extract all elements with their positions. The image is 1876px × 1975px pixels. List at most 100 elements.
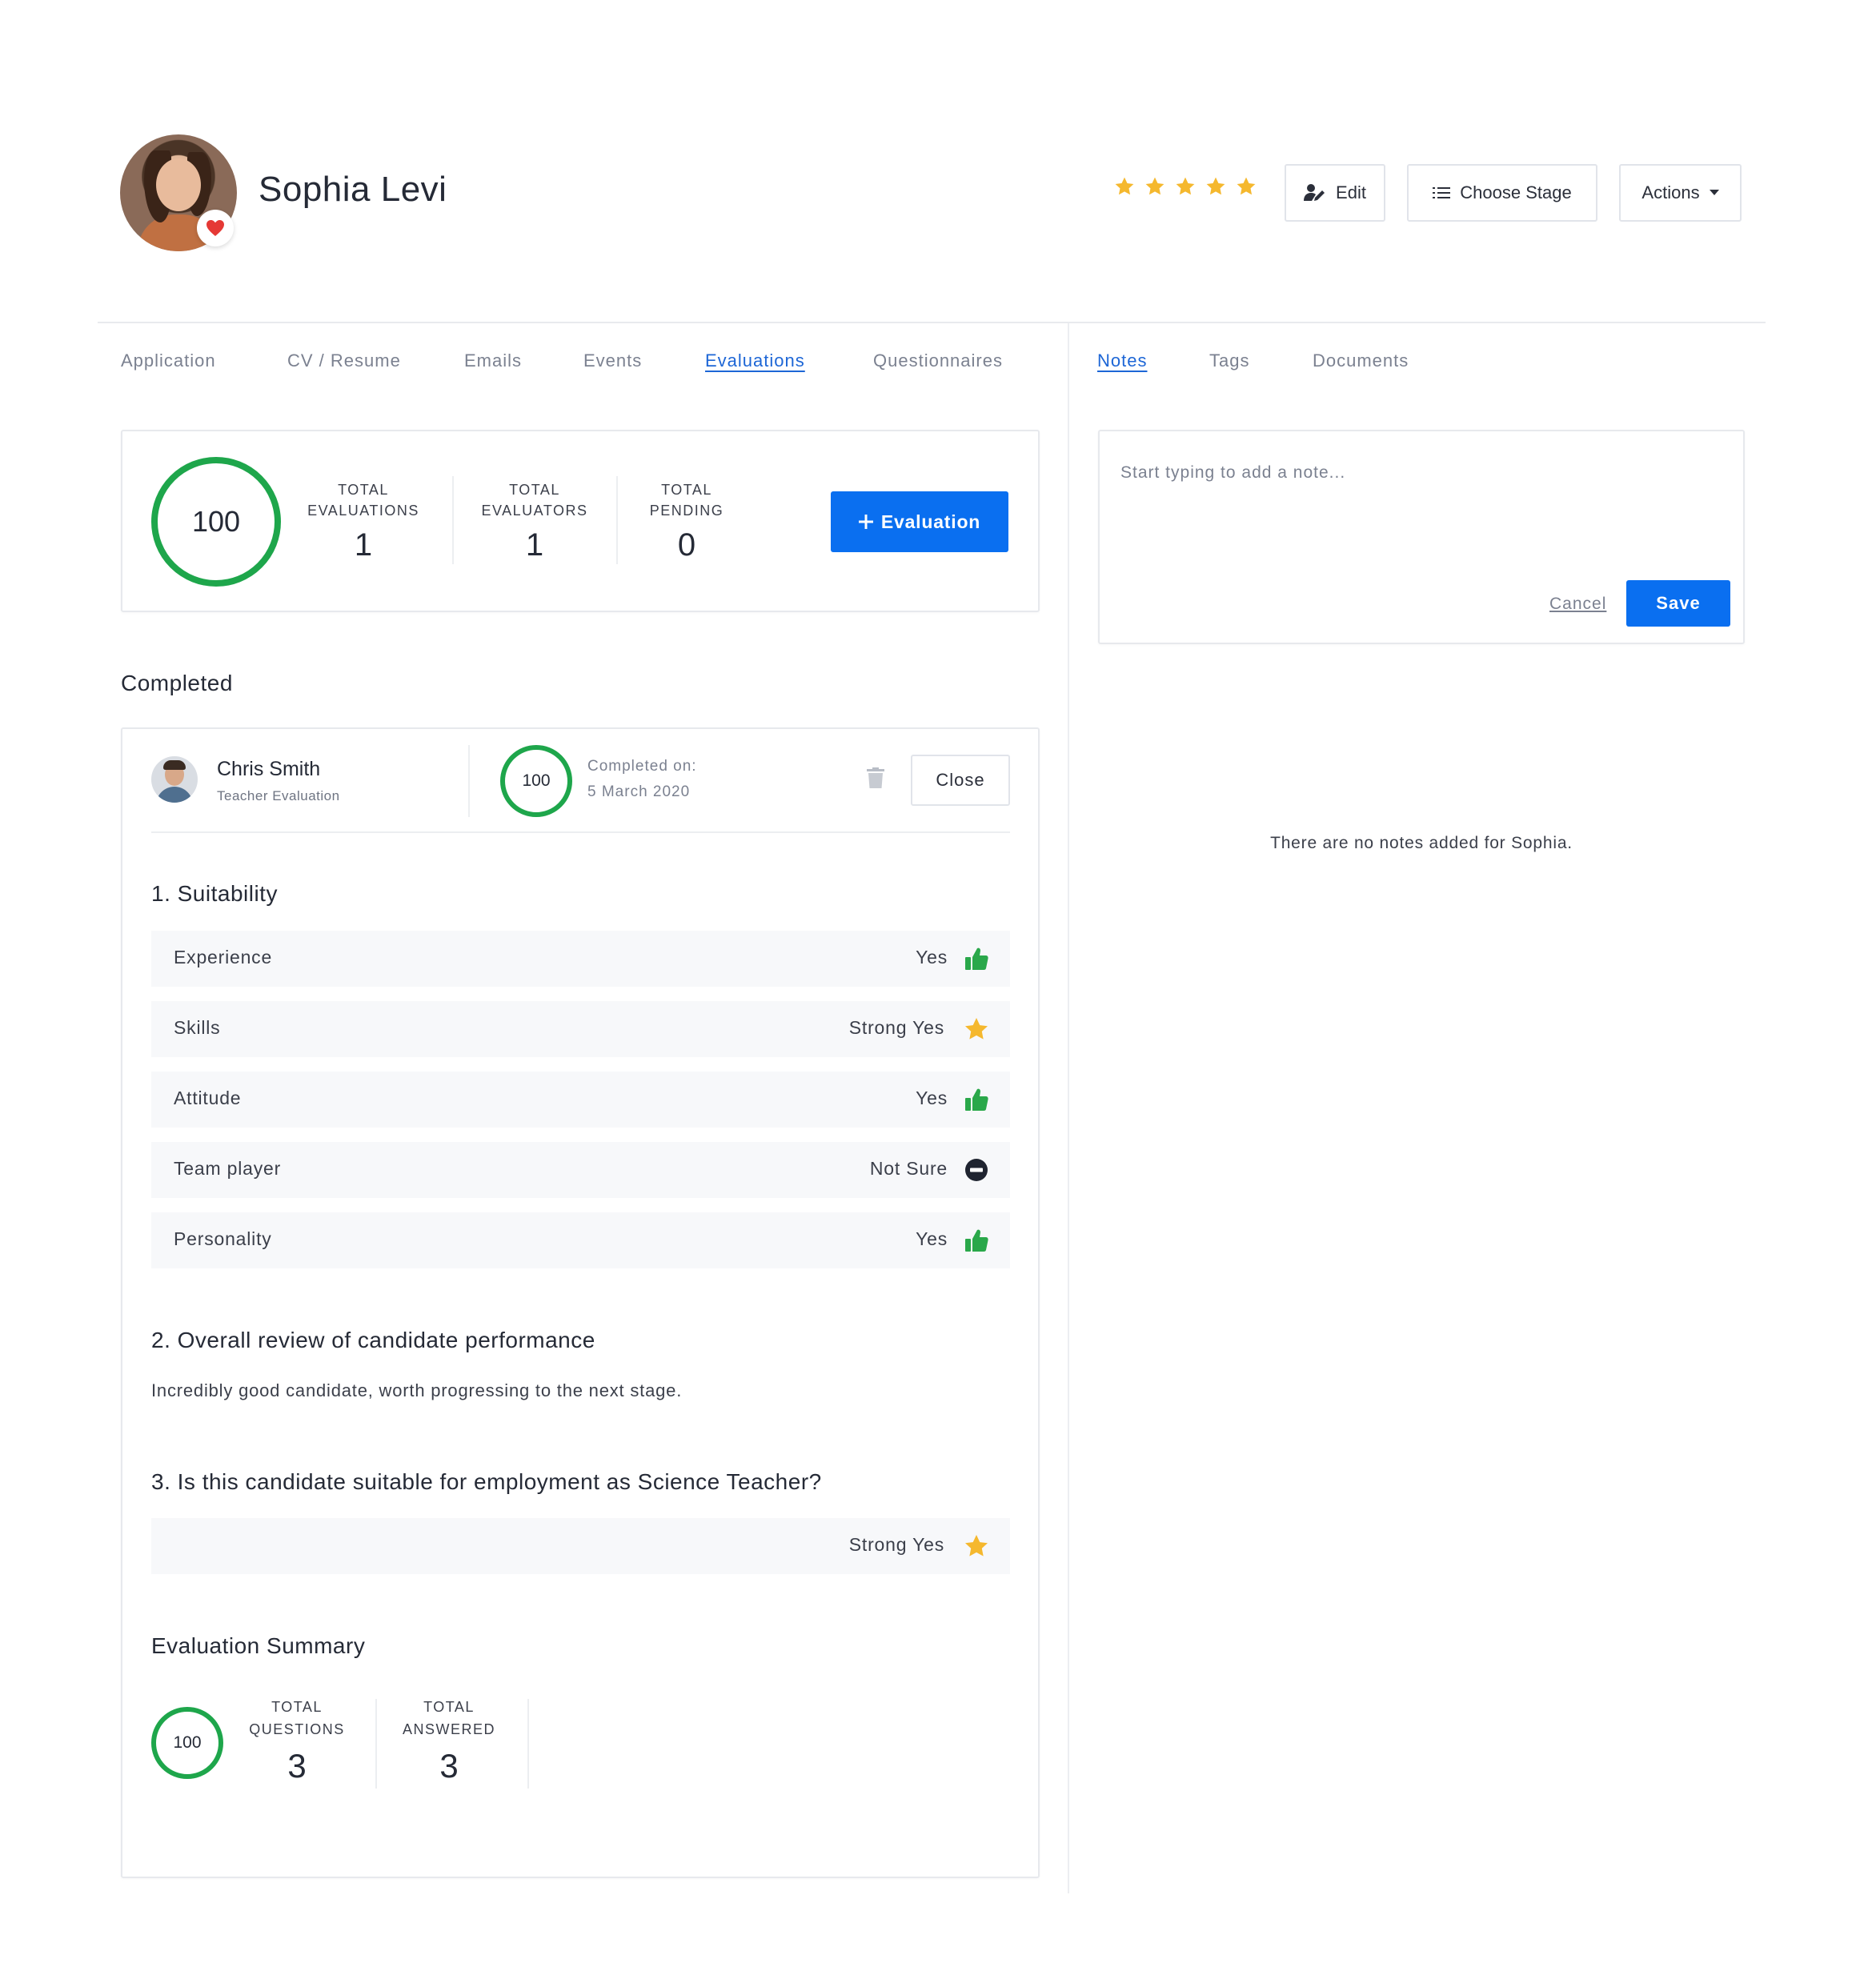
tab-evaluations[interactable]: Evaluations (705, 351, 805, 371)
completed-date: 5 March 2020 (587, 783, 691, 800)
total-pending-value: 0 (677, 527, 696, 563)
plus-icon (858, 515, 873, 529)
criterion-answer: Not Sure (869, 1158, 948, 1179)
total-questions-label-2: QUESTIONS (249, 1721, 345, 1737)
criterion-label: Experience (174, 947, 273, 967)
evaluation-type: Teacher Evaluation (217, 788, 340, 803)
criterion-label: Skills (174, 1017, 221, 1038)
thumbs-up-icon (965, 947, 988, 970)
question-2-answer: Incredibly good candidate, worth progres… (151, 1380, 683, 1400)
edit-button[interactable]: Edit (1285, 164, 1385, 222)
empty-notes-message: There are no notes added for Sophia. (1270, 834, 1573, 852)
actions-label: Actions (1642, 182, 1700, 202)
header-divider (98, 322, 1766, 323)
tab-tags[interactable]: Tags (1209, 351, 1249, 371)
total-evaluators-value: 1 (525, 527, 544, 563)
total-pending-label-2: PENDING (649, 503, 724, 519)
completed-heading: Completed (121, 671, 233, 695)
tab-questionnaires[interactable]: Questionnaires (873, 351, 1003, 371)
summary-score-ring: 100 (151, 1707, 223, 1779)
star-icon[interactable] (1175, 176, 1196, 197)
tab-notes[interactable]: Notes (1097, 351, 1147, 371)
save-button[interactable]: Save (1626, 580, 1730, 627)
total-evaluators-label-1: TOTAL (509, 482, 560, 498)
overall-score-ring: 100 (151, 457, 281, 587)
edit-button-label: Edit (1336, 182, 1366, 202)
list-item: Skills Strong Yes (151, 1001, 1010, 1057)
tab-emails[interactable]: Emails (464, 351, 522, 371)
list-icon (1433, 187, 1451, 198)
column-divider (1068, 323, 1069, 1893)
candidate-rating[interactable] (1114, 176, 1257, 197)
total-answered-label-2: ANSWERED (402, 1721, 495, 1737)
evaluation-score-ring: 100 (500, 745, 572, 817)
star-icon[interactable] (1114, 176, 1135, 197)
cancel-link[interactable]: Cancel (1549, 595, 1606, 614)
evaluation-header-divider (151, 831, 1010, 833)
list-item: Experience Yes (151, 931, 1010, 987)
total-evaluations-value: 1 (354, 527, 373, 563)
total-evaluations-label-2: EVALUATIONS (307, 503, 419, 519)
evaluator-avatar (151, 756, 198, 803)
list-item: Attitude Yes (151, 1072, 1010, 1128)
total-answered-stat: TOTAL ANSWERED 3 (393, 1696, 505, 1785)
note-input[interactable] (1120, 463, 1713, 559)
trash-icon[interactable] (867, 767, 884, 792)
candidate-name: Sophia Levi (259, 170, 447, 209)
tab-cv-resume[interactable]: CV / Resume (287, 351, 401, 371)
criterion-answer: Yes (916, 1228, 948, 1249)
question-3-title: 3. Is this candidate suitable for employ… (151, 1469, 822, 1494)
star-icon (965, 1535, 988, 1556)
close-button[interactable]: Close (911, 755, 1010, 806)
favorite-heart-icon[interactable] (197, 210, 234, 246)
total-evaluators-stat: TOTAL EVALUATORS 1 (475, 479, 595, 563)
criterion-answer: Yes (916, 947, 948, 967)
total-questions-stat: TOTAL QUESTIONS 3 (241, 1696, 353, 1785)
criterion-answer: Strong Yes (848, 1017, 944, 1038)
tab-documents[interactable]: Documents (1313, 351, 1409, 371)
stat-divider (452, 476, 454, 564)
user-edit-icon (1304, 184, 1325, 201)
thumbs-up-icon (965, 1088, 988, 1111)
evaluator-name: Chris Smith (217, 758, 321, 780)
criterion-answer: Yes (916, 1088, 948, 1108)
thumbs-up-icon (965, 1229, 988, 1252)
add-evaluation-button[interactable]: Evaluation (831, 491, 1008, 552)
stat-divider (616, 476, 618, 564)
actions-dropdown[interactable]: Actions (1619, 164, 1742, 222)
stat-divider (375, 1699, 377, 1789)
list-item: Strong Yes (151, 1518, 1010, 1574)
add-evaluation-label: Evaluation (880, 511, 981, 532)
total-evaluators-label-2: EVALUATORS (481, 503, 588, 519)
total-answered-value: 3 (439, 1747, 459, 1785)
criterion-label: Team player (174, 1158, 282, 1179)
tab-application[interactable]: Application (121, 351, 216, 371)
question-2-title: 2. Overall review of candidate performan… (151, 1328, 595, 1352)
evaluation-summary-title: Evaluation Summary (151, 1633, 366, 1658)
total-answered-label-1: TOTAL (423, 1699, 475, 1715)
star-icon[interactable] (1236, 176, 1257, 197)
completed-evaluation-card: Chris Smith Teacher Evaluation 100 Compl… (121, 727, 1040, 1878)
notes-card: Cancel Save (1098, 430, 1745, 644)
total-questions-label-1: TOTAL (271, 1699, 323, 1715)
caret-down-icon (1709, 190, 1719, 195)
completed-on-label: Completed on: (587, 758, 697, 775)
star-icon (965, 1018, 988, 1040)
evaluation-stats-card: 100 TOTAL EVALUATIONS 1 TOTAL EVALUATORS… (121, 430, 1040, 612)
total-pending-label-1: TOTAL (661, 482, 712, 498)
star-icon[interactable] (1205, 176, 1226, 197)
criterion-label: Attitude (174, 1088, 242, 1108)
evaluator-divider (468, 745, 470, 817)
minus-circle-icon (965, 1159, 988, 1181)
star-icon[interactable] (1144, 176, 1165, 197)
choose-stage-label: Choose Stage (1460, 182, 1572, 202)
total-evaluations-stat: TOTAL EVALUATIONS 1 (299, 479, 428, 563)
question-1-title: 1. Suitability (151, 881, 278, 906)
tab-events[interactable]: Events (583, 351, 642, 371)
list-item: Personality Yes (151, 1212, 1010, 1268)
list-item: Team player Not Sure (151, 1142, 1010, 1198)
total-questions-value: 3 (287, 1747, 307, 1785)
choose-stage-button[interactable]: Choose Stage (1407, 164, 1597, 222)
total-pending-stat: TOTAL PENDING 0 (635, 479, 739, 563)
stat-divider (527, 1699, 529, 1789)
